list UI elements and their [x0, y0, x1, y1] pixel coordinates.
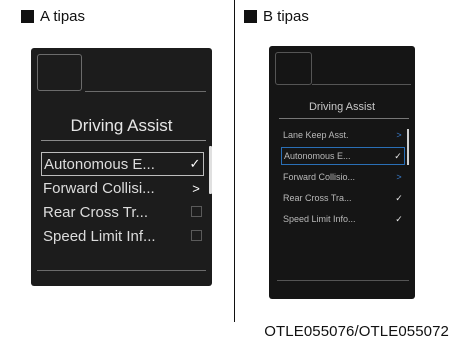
checkmark-icon[interactable]: ✓ [393, 214, 405, 225]
title-divider [41, 140, 206, 141]
checkbox-unchecked[interactable] [188, 205, 204, 220]
list-item-label: Speed Limit Info... [283, 214, 356, 224]
list-item-label: Rear Cross Tra... [283, 193, 352, 203]
home-tile[interactable] [37, 54, 82, 91]
chevron-right-icon[interactable]: > [393, 130, 405, 140]
list-item-label: Lane Keep Asst. [283, 130, 349, 140]
list-item-forward-collision[interactable]: Forward Collisio... > [281, 168, 405, 186]
checkbox-unchecked[interactable] [188, 229, 204, 244]
center-divider [234, 0, 235, 322]
checkmark-icon[interactable]: ✓ [187, 156, 203, 172]
list-item-lane-keep-assist[interactable]: Lane Keep Asst. > [281, 126, 405, 144]
scrollbar[interactable] [209, 146, 212, 194]
header-b-label: B tipas [263, 7, 309, 25]
scrollbar[interactable] [407, 129, 409, 165]
list-item-rear-cross-traffic[interactable]: Rear Cross Tra... ✓ [281, 189, 405, 207]
title-divider [279, 118, 409, 119]
checkmark-icon[interactable]: ✓ [393, 193, 405, 204]
list-item-autonomous-emergency[interactable]: Autonomous E... ✓ [41, 152, 204, 176]
list-item-label: Autonomous E... [44, 155, 155, 173]
bottom-divider [37, 270, 206, 271]
list-item-speed-limit-info[interactable]: Speed Limit Inf... [41, 224, 204, 248]
list-item-label: Speed Limit Inf... [43, 227, 156, 245]
list-item-label: Forward Collisi... [43, 179, 155, 197]
home-tile[interactable] [275, 52, 312, 85]
top-divider [312, 84, 411, 85]
list-item-rear-cross-traffic[interactable]: Rear Cross Tr... [41, 200, 204, 224]
image-code: OTLE055076/OTLE055072 [264, 323, 449, 340]
chevron-right-icon[interactable]: > [393, 172, 405, 182]
list-item-label: Forward Collisio... [283, 172, 356, 182]
menu-title: Driving Assist [70, 116, 173, 135]
bottom-divider [277, 280, 409, 281]
screen-type-a: Driving Assist Autonomous E... ✓ Forward… [31, 48, 212, 286]
list-item-speed-limit-info[interactable]: Speed Limit Info... ✓ [281, 210, 405, 228]
chevron-right-icon[interactable]: > [188, 181, 204, 196]
menu-title: Driving Assist [308, 101, 376, 113]
header-a: A tipas [21, 7, 85, 25]
header-b: B tipas [244, 7, 309, 25]
header-a-label: A tipas [40, 7, 86, 25]
list-item-autonomous-emergency[interactable]: Autonomous E... ✓ [281, 147, 405, 165]
list-item-label: Rear Cross Tr... [43, 203, 149, 221]
list-item-forward-collision[interactable]: Forward Collisi... > [41, 176, 204, 200]
top-divider [85, 91, 206, 92]
black-square-icon [244, 9, 257, 23]
checkmark-icon[interactable]: ✓ [392, 151, 404, 162]
black-square-icon [21, 9, 34, 23]
screen-type-b: Driving Assist Lane Keep Asst. > Autonom… [269, 46, 415, 299]
list-item-label: Autonomous E... [284, 151, 351, 161]
